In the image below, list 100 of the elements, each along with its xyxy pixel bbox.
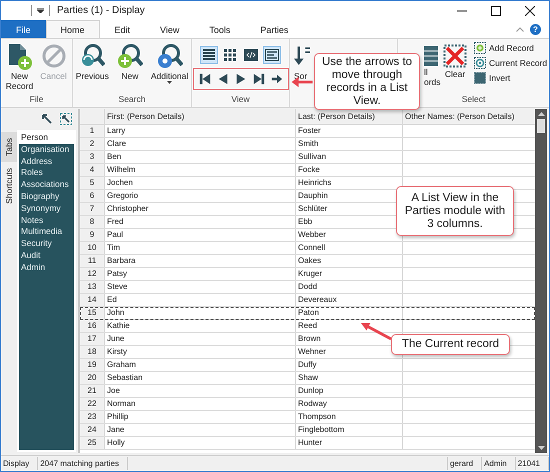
row-number: 11 [80,255,104,267]
next-record-icon[interactable] [234,73,246,85]
current-record-button[interactable]: Current Record [474,57,548,69]
last-record-icon[interactable] [252,73,264,85]
customize-icon[interactable] [37,8,44,13]
scroll-up-icon[interactable] [538,112,544,116]
ribbon-tab[interactable]: Home [46,20,100,38]
panel-item[interactable]: Address [19,156,74,168]
scroll-thumb[interactable] [537,119,545,133]
window-title: Parties (1) - Display [57,5,145,16]
callout: The Current record [391,334,510,355]
table-row[interactable]: 24 Jane Finglebottom [80,424,535,437]
table-cell: Connell [295,242,402,254]
table-row[interactable]: 23 Phillip Thompson [80,411,535,424]
previous-record-icon[interactable] [216,73,228,85]
form-view-button[interactable] [263,46,281,64]
ribbon-tab[interactable]: Parties [245,20,304,38]
clear-button[interactable]: Clear [440,42,470,80]
table-row[interactable]: 1 Larry Foster [80,125,535,138]
row-number: 3 [80,151,104,163]
panel-item[interactable]: Audit [19,250,74,262]
table-cell: Clare [104,138,295,150]
panel-item[interactable]: Associations [19,179,74,191]
panel-item[interactable]: Roles [19,167,74,180]
panel-item[interactable]: Multimedia [19,226,74,238]
table-row[interactable]: 13 Steve Dodd [80,281,535,294]
previous-search-button[interactable]: Previous [72,42,112,82]
table-row[interactable]: 14 Ed Devereaux [80,294,535,307]
row-number: 24 [80,424,104,436]
table-cell: Focke [295,164,402,176]
collapse-ribbon-icon[interactable] [516,26,524,32]
table-cell: June [104,333,295,345]
invert-icon [474,72,486,84]
code-view-button[interactable] [242,46,260,64]
table-row[interactable]: 21 Joe Dunlop [80,385,535,398]
help-icon[interactable]: ? [530,24,541,34]
table-cell: Foster [295,125,402,137]
new-search-button[interactable]: New [114,42,146,82]
pin-icon[interactable] [42,114,52,124]
table-row[interactable]: 12 Patsy Kruger [80,268,535,281]
table-cell: Ben [104,151,295,163]
all-records-button[interactable]: ll ords [424,42,438,87]
table-row[interactable]: 4 Wilhelm Focke [80,164,535,177]
file-tab[interactable]: File [1,20,46,38]
status-text: gerard [446,457,482,470]
list-view-button[interactable] [200,46,218,64]
pin-selected-icon[interactable] [60,113,72,125]
panel-item[interactable]: Biography [19,190,74,203]
side-tab[interactable]: Shortcuts [1,162,17,210]
status-text: Display [1,457,38,470]
magnifier-badge-icon [156,43,183,71]
table-row[interactable]: 11 Barbara Oakes [80,255,535,268]
table-cell: Graham [104,359,295,371]
additional-search-button[interactable]: Additional [148,42,192,85]
row-number: 13 [80,281,104,293]
status-text: 2047 matching parties [38,457,128,470]
side-tab[interactable]: Tabs [1,132,17,162]
panel-item[interactable]: Security [19,238,74,250]
ribbon-tab[interactable]: View [145,20,194,38]
table-row[interactable]: 19 Graham Duffy [80,359,535,372]
invert-button[interactable]: Invert [474,72,548,84]
table-cell: Duffy [295,359,402,371]
column-header[interactable]: First: (Person Details) [104,109,295,124]
first-record-icon[interactable] [198,73,210,85]
go-arrow-icon[interactable] [270,73,282,85]
table-cell: Hunter [295,437,402,449]
table-row[interactable]: 20 Sebastian Shaw [80,372,535,385]
maximize-icon[interactable] [491,6,501,16]
table-row[interactable]: 25 Holly Hunter [80,437,535,450]
table-cell: Norman [104,398,295,410]
row-number: 20 [80,372,104,384]
panel-item[interactable]: Admin [19,262,74,274]
ribbon-tab[interactable]: Edit [100,20,146,38]
panel-item[interactable]: Notes [19,214,74,226]
add-record-button[interactable]: Add Record [474,42,548,54]
grid-view-button[interactable] [221,46,239,64]
table-row[interactable]: 3 Ben Sullivan [80,151,535,164]
table-cell: Steve [104,281,295,293]
scroll-down-icon[interactable] [538,446,544,450]
scrollbar[interactable] [535,109,547,453]
panel-item[interactable]: Person [19,132,74,144]
panel-item[interactable]: Synonymy [19,202,74,215]
ribbon-tab[interactable]: Tools [194,20,246,38]
table-row[interactable]: 2 Clare Smith [80,138,535,151]
table-cell: Thompson [295,411,402,423]
new-record-button[interactable]: New Record [4,42,36,92]
panel-item[interactable]: Organisation [19,144,74,156]
magnifier-plus-icon [116,43,143,71]
table-row[interactable]: 16 Kathie Reed [80,320,535,333]
table-cell: Kruger [295,268,402,280]
table-row[interactable]: 22 Norman Rodway [80,398,535,411]
close-icon[interactable] [525,6,535,16]
table-row[interactable]: 10 Tim Connell [80,242,535,255]
table-cell: Barbara [104,255,295,267]
row-number: 18 [80,346,104,358]
table-row[interactable]: 15 John Paton [80,307,535,320]
row-number: 8 [80,216,104,228]
row-number: 12 [80,268,104,280]
table-cell: Patsy [104,268,295,280]
table-cell: Gregorio [104,190,295,202]
